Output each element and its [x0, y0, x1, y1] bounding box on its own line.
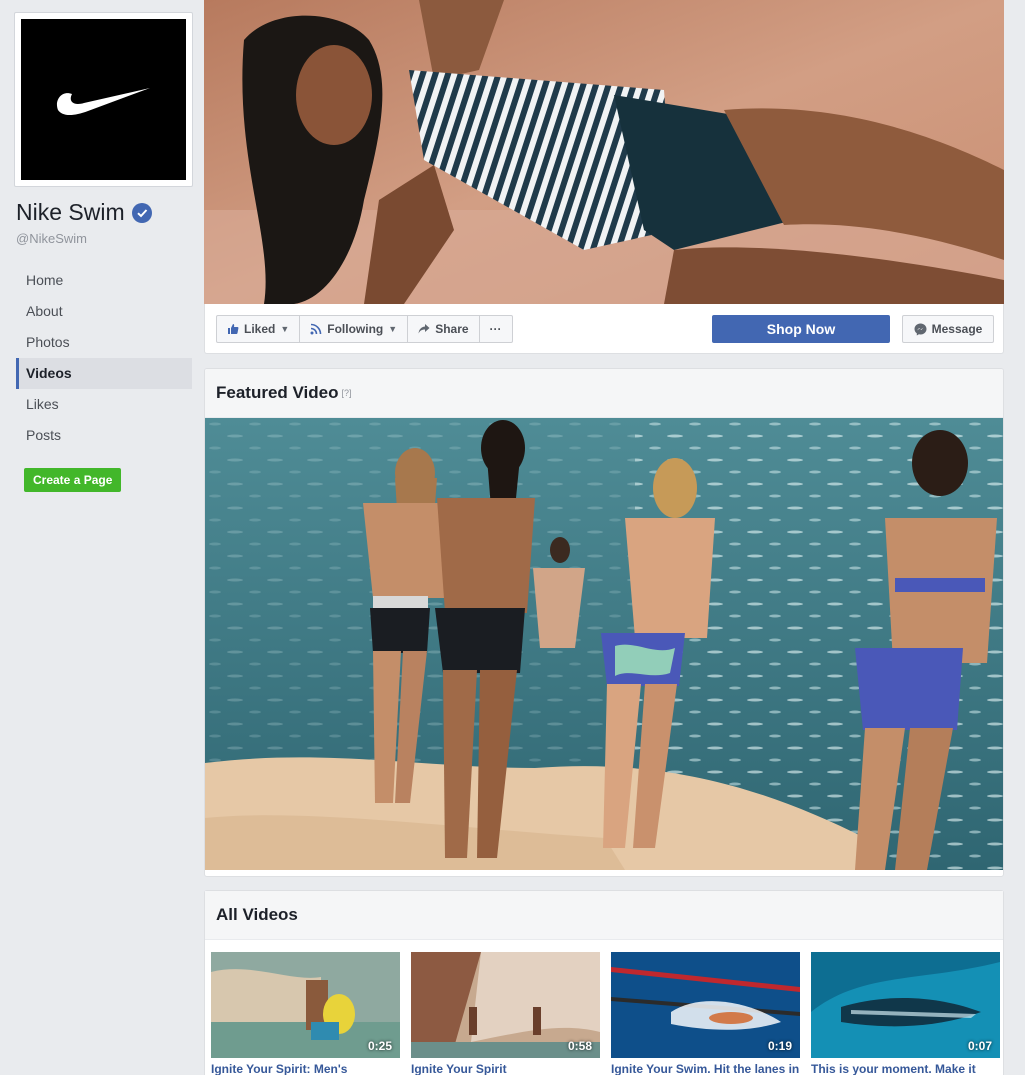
featured-video-section: Featured Video [?]: [204, 368, 1004, 877]
all-videos-header: All Videos: [205, 891, 1003, 940]
nav-item-home[interactable]: Home: [16, 265, 192, 296]
nike-logo: [21, 19, 186, 180]
video-title-link[interactable]: This is your moment. Make it: [811, 1062, 1000, 1075]
message-button[interactable]: Message: [902, 315, 994, 343]
swoosh-icon: [56, 87, 150, 115]
video-title-link[interactable]: Ignite Your Spirit: [411, 1062, 600, 1075]
all-videos-title: All Videos: [216, 905, 298, 924]
page-title[interactable]: Nike Swim: [16, 199, 152, 226]
more-options-button[interactable]: ···: [480, 316, 512, 342]
featured-video-still: [205, 418, 1003, 870]
rss-icon: [310, 323, 322, 335]
chevron-down-icon: ▼: [280, 324, 290, 334]
nav-item-photos[interactable]: Photos: [16, 327, 192, 358]
share-button[interactable]: Share: [408, 316, 480, 342]
page-nav: Home About Photos Videos Likes Posts: [16, 265, 192, 451]
video-list: 0:25 Ignite Your Spirit: Men's 0:58 Igni…: [211, 952, 1000, 1075]
thumbs-up-icon: [228, 324, 239, 334]
video-thumbnail[interactable]: 0:58: [411, 952, 600, 1058]
left-column: Nike Swim @NikeSwim Home About Photos Vi…: [0, 0, 203, 1075]
messenger-icon: [914, 323, 927, 335]
video-title-link[interactable]: Ignite Your Spirit: Men's: [211, 1062, 400, 1075]
featured-video-header: Featured Video [?]: [205, 369, 1003, 418]
following-label: Following: [327, 322, 384, 336]
video-duration: 0:58: [567, 1039, 592, 1053]
liked-label: Liked: [244, 322, 276, 336]
video-title-link[interactable]: Ignite Your Swim. Hit the lanes in: [611, 1062, 800, 1075]
nav-item-videos[interactable]: Videos: [16, 358, 192, 389]
video-item[interactable]: 0:07 This is your moment. Make it: [811, 952, 1000, 1075]
video-duration: 0:19: [767, 1039, 792, 1053]
chevron-down-icon: ▼: [388, 324, 398, 334]
cover-photo[interactable]: [204, 0, 1004, 304]
nav-item-likes[interactable]: Likes: [16, 389, 192, 420]
page-handle[interactable]: @NikeSwim: [16, 231, 87, 246]
verified-badge-icon: [131, 202, 152, 223]
all-videos-section: All Videos 0:25 Ignite Your Spirit: Men'…: [204, 890, 1004, 1075]
video-thumbnail[interactable]: 0:07: [811, 952, 1000, 1058]
share-label: Share: [435, 322, 469, 336]
video-duration: 0:07: [967, 1039, 992, 1053]
nav-item-posts[interactable]: Posts: [16, 420, 192, 451]
share-arrow-icon: [418, 324, 430, 334]
video-item[interactable]: 0:58 Ignite Your Spirit: [411, 952, 600, 1075]
liked-button[interactable]: Liked ▼: [217, 316, 301, 342]
action-button-group: Liked ▼ Following ▼ Share ···: [216, 315, 513, 343]
more-dots-icon: ···: [489, 322, 502, 336]
message-label: Message: [931, 322, 983, 336]
featured-video-player[interactable]: [205, 418, 1003, 870]
create-page-button[interactable]: Create a Page: [24, 468, 122, 492]
video-duration: 0:25: [367, 1039, 392, 1053]
video-item[interactable]: 0:19 Ignite Your Swim. Hit the lanes in: [611, 952, 800, 1075]
help-link[interactable]: [?]: [342, 388, 352, 398]
page-name-text: Nike Swim: [16, 199, 125, 225]
shop-now-button[interactable]: Shop Now: [712, 315, 890, 343]
video-item[interactable]: 0:25 Ignite Your Spirit: Men's: [211, 952, 400, 1075]
profile-picture[interactable]: [14, 12, 193, 187]
video-thumbnail[interactable]: 0:25: [211, 952, 400, 1058]
nav-item-about[interactable]: About: [16, 296, 192, 327]
page-actions-bar: Liked ▼ Following ▼ Share ··· Shop Now M…: [204, 304, 1004, 354]
following-button[interactable]: Following ▼: [300, 316, 409, 342]
cover-image: [204, 0, 1004, 304]
featured-video-title: Featured Video: [216, 383, 339, 402]
video-thumbnail[interactable]: 0:19: [611, 952, 800, 1058]
